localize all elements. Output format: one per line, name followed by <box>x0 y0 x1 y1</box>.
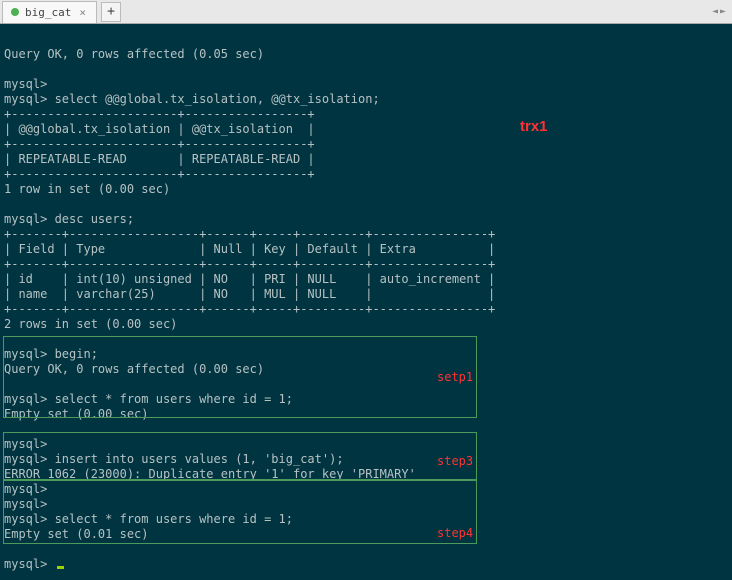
term-line: +-----------------------+---------------… <box>4 137 315 151</box>
nav-left-icon[interactable]: ◄ <box>712 6 718 17</box>
term-line: +-------+------------------+------+-----… <box>4 302 495 316</box>
status-dot-icon <box>11 8 19 16</box>
terminal-output[interactable]: Query OK, 0 rows affected (0.05 sec) mys… <box>0 24 732 576</box>
term-line: | REPEATABLE-READ | REPEATABLE-READ | <box>4 152 315 166</box>
nav-arrows: ◄ ► <box>712 6 726 17</box>
tab-title: big_cat <box>25 6 71 19</box>
term-line: mysql> select @@global.tx_isolation, @@t… <box>4 92 380 106</box>
term-line: Empty set (0.00 sec) <box>4 407 149 421</box>
term-line: +-------+------------------+------+-----… <box>4 227 495 241</box>
term-line: mysql> select * from users where id = 1; <box>4 512 293 526</box>
term-line: mysql> insert into users values (1, 'big… <box>4 452 344 466</box>
term-line: +-------+------------------+------+-----… <box>4 257 495 271</box>
term-line: mysql> <box>4 77 47 91</box>
term-line: mysql> <box>4 497 47 511</box>
term-line: mysql> <box>4 437 47 451</box>
tab-big-cat[interactable]: big_cat × <box>2 1 97 23</box>
plus-icon: + <box>107 4 115 19</box>
term-line: Empty set (0.01 sec) <box>4 527 149 541</box>
term-line: | name | varchar(25) | NO | MUL | NULL |… <box>4 287 495 301</box>
cursor-icon <box>57 566 64 569</box>
term-line: 2 rows in set (0.00 sec) <box>4 317 177 331</box>
term-line: mysql> begin; <box>4 347 98 361</box>
add-tab-button[interactable]: + <box>101 2 121 22</box>
term-line: Query OK, 0 rows affected (0.05 sec) <box>4 47 264 61</box>
term-line: | id | int(10) unsigned | NO | PRI | NUL… <box>4 272 495 286</box>
nav-right-icon[interactable]: ► <box>720 6 726 17</box>
term-line: | @@global.tx_isolation | @@tx_isolation… <box>4 122 315 136</box>
term-line: +-----------------------+---------------… <box>4 167 315 181</box>
term-prompt: mysql> <box>4 557 55 571</box>
term-line: 1 row in set (0.00 sec) <box>4 182 170 196</box>
term-line: mysql> select * from users where id = 1; <box>4 392 293 406</box>
term-line: Query OK, 0 rows affected (0.00 sec) <box>4 362 264 376</box>
term-line: +-----------------------+---------------… <box>4 107 315 121</box>
term-line: | Field | Type | Null | Key | Default | … <box>4 242 495 256</box>
term-line: mysql> <box>4 482 47 496</box>
close-icon[interactable]: × <box>77 6 88 19</box>
term-line: mysql> desc users; <box>4 212 134 226</box>
term-line: ERROR 1062 (23000): Duplicate entry '1' … <box>4 467 416 481</box>
tab-bar: big_cat × + ◄ ► <box>0 0 732 24</box>
